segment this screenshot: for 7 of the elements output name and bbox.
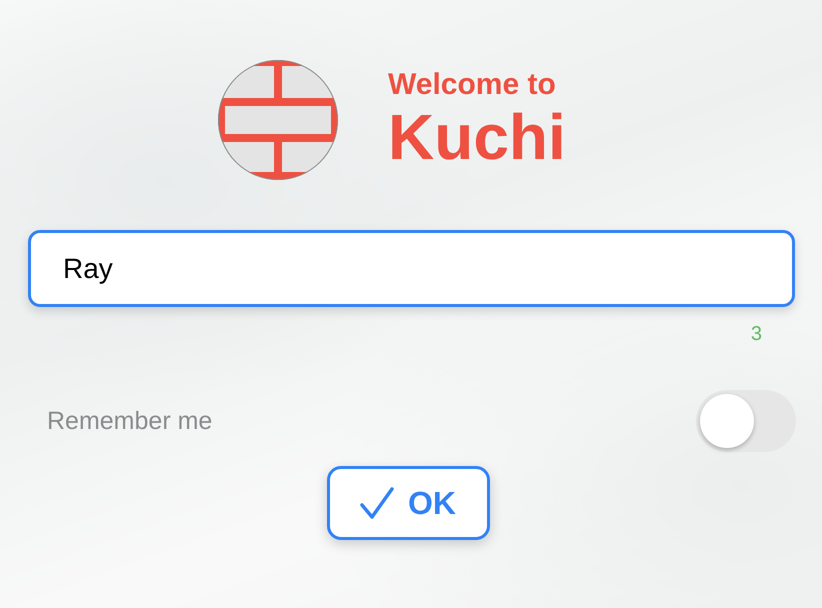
character-counter: 3 [750,323,762,346]
remember-me-label: Remember me [47,406,212,436]
ok-button[interactable]: OK [326,466,490,540]
welcome-text: Welcome to [388,68,557,102]
app-name: Kuchi [388,102,566,172]
name-field[interactable]: Ray [28,230,795,307]
checkmark-icon [360,487,394,519]
